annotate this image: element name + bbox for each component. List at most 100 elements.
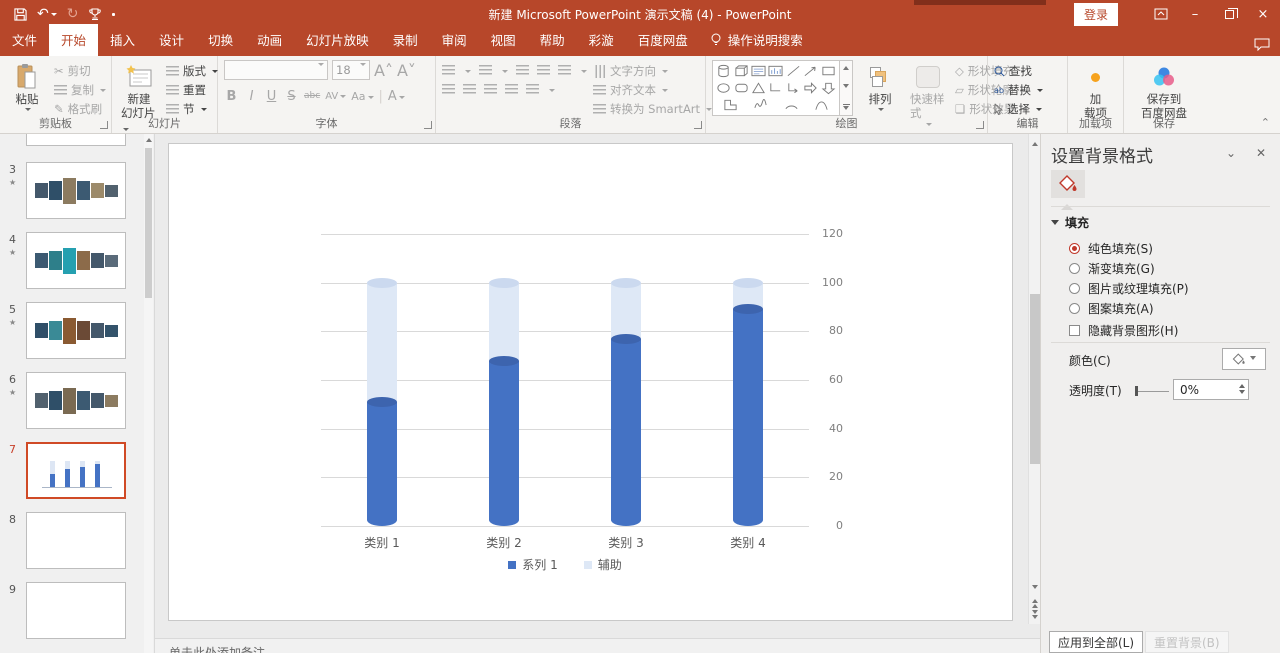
shape-icon[interactable] <box>750 80 767 95</box>
option-hide-background[interactable]: 隐藏背景图形(H) <box>1069 322 1178 339</box>
comment-icon[interactable] <box>1254 38 1270 51</box>
ribbon-display-options-icon[interactable] <box>1144 0 1178 28</box>
close-button[interactable]: × <box>1246 0 1280 28</box>
shape-icon[interactable] <box>820 80 837 95</box>
shape-icon[interactable] <box>802 63 819 78</box>
cylinder-chart[interactable]: 020406080100120 类别 1类别 2类别 3类别 4 系列 1辅助 <box>321 234 809 526</box>
paragraph-dialog-launcher[interactable] <box>694 121 702 129</box>
shape-icon[interactable] <box>750 63 767 78</box>
collapse-ribbon-icon[interactable]: ⌃ <box>1261 116 1270 129</box>
tab-record[interactable]: 录制 <box>381 24 430 56</box>
font-name-combo[interactable] <box>224 60 328 80</box>
align-right-icon[interactable] <box>484 84 497 95</box>
fill-section-header[interactable]: 填充 <box>1051 214 1089 231</box>
font-dialog-launcher[interactable] <box>424 121 432 129</box>
shape-gallery-scroll[interactable] <box>840 60 853 116</box>
slide-thumbnail-3[interactable] <box>26 162 126 219</box>
option-gradient-fill[interactable]: 渐变填充(G) <box>1069 260 1155 277</box>
columns-icon[interactable] <box>526 84 539 95</box>
legend-item[interactable]: 辅助 <box>584 556 622 573</box>
transparency-spinner[interactable]: 0% <box>1173 379 1249 400</box>
tab-insert[interactable]: 插入 <box>98 24 147 56</box>
increase-font-icon[interactable]: A˄ <box>374 61 393 80</box>
bullets-icon[interactable] <box>442 65 455 76</box>
slide-thumbnail-4[interactable] <box>26 232 126 289</box>
tab-caixuan[interactable]: 彩漩 <box>577 24 626 56</box>
clipboard-dialog-launcher[interactable] <box>100 121 108 129</box>
fill-tab[interactable] <box>1051 170 1085 198</box>
increase-indent-icon[interactable] <box>537 65 550 76</box>
transparency-slider[interactable] <box>1135 386 1169 396</box>
cut-button[interactable]: ✂剪切 <box>54 63 106 79</box>
shape-icon[interactable] <box>767 80 784 95</box>
layout-button[interactable]: 版式 <box>166 63 218 79</box>
reset-background-button[interactable]: 重置背景(B) <box>1145 631 1229 653</box>
bold-button[interactable]: B <box>224 89 239 104</box>
shape-icon[interactable] <box>802 80 819 95</box>
tab-review[interactable]: 审阅 <box>430 24 479 56</box>
tab-design[interactable]: 设计 <box>147 24 196 56</box>
slide-thumbnail-5[interactable] <box>26 302 126 359</box>
sign-in-button[interactable]: 登录 <box>1074 3 1118 26</box>
slide-thumbnail-7[interactable] <box>26 442 126 499</box>
font-color-button[interactable]: A <box>388 89 405 104</box>
gallery-more-icon[interactable] <box>843 104 850 113</box>
notes-pane[interactable]: 单击此处添加备注 <box>155 638 1040 653</box>
option-picture-fill[interactable]: 图片或纹理填充(P) <box>1069 280 1189 297</box>
replace-button[interactable]: ab 替换 <box>994 82 1043 98</box>
shape-icon[interactable] <box>715 63 732 78</box>
font-size-combo[interactable]: 18 <box>332 60 370 80</box>
shape-icon[interactable] <box>752 98 769 113</box>
trophy-icon[interactable] <box>88 7 102 21</box>
tab-baidu-netdisk[interactable]: 百度网盘 <box>626 24 700 56</box>
shape-icon[interactable] <box>785 80 802 95</box>
pane-close-icon[interactable]: ✕ <box>1256 146 1266 160</box>
gallery-down-icon[interactable] <box>843 84 849 91</box>
underline-button[interactable]: U <box>264 89 279 104</box>
tab-view[interactable]: 视图 <box>479 24 528 56</box>
tell-me-search[interactable]: 操作说明搜索 <box>700 24 813 56</box>
shape-icon[interactable] <box>783 98 800 113</box>
change-case-button[interactable]: Aa <box>351 90 373 103</box>
scroll-up-icon[interactable] <box>146 135 152 142</box>
apply-to-all-button[interactable]: 应用到全部(L) <box>1049 631 1143 653</box>
align-left-icon[interactable] <box>442 84 455 95</box>
shape-icon[interactable] <box>733 63 750 78</box>
text-direction-button[interactable]: 文字方向 <box>593 63 712 79</box>
shape-icon[interactable] <box>767 63 784 78</box>
slide-thumbnail-9[interactable] <box>26 582 126 639</box>
pane-chevron-icon[interactable]: ⌄ <box>1226 146 1236 160</box>
save-to-baidu-button[interactable]: 保存到 百度网盘 <box>1138 60 1190 123</box>
slide-thumbnail-6[interactable] <box>26 372 126 429</box>
undo-icon[interactable]: ↶ <box>37 7 57 21</box>
italic-button[interactable]: I <box>244 89 259 104</box>
char-spacing-button[interactable]: AV <box>325 91 346 102</box>
spin-up-icon[interactable] <box>1239 381 1245 388</box>
option-pattern-fill[interactable]: 图案填充(A) <box>1069 300 1154 317</box>
scrollbar-thumb[interactable] <box>1030 294 1040 464</box>
shape-icon[interactable] <box>715 80 732 95</box>
tab-transitions[interactable]: 切换 <box>196 24 245 56</box>
tab-help[interactable]: 帮助 <box>528 24 577 56</box>
paste-button[interactable]: 粘贴 <box>6 60 48 114</box>
qat-more-icon[interactable] <box>112 13 115 16</box>
main-scrollbar[interactable] <box>1028 134 1040 624</box>
decrease-indent-icon[interactable] <box>516 65 529 76</box>
slide-7-editor[interactable]: 020406080100120 类别 1类别 2类别 3类别 4 系列 1辅助 <box>168 143 1013 621</box>
line-spacing-icon[interactable] <box>558 65 571 76</box>
slide-thumbnail-2-partial[interactable] <box>26 134 126 146</box>
align-text-button[interactable]: 对齐文本 <box>593 82 712 98</box>
shape-icon[interactable] <box>785 63 802 78</box>
reset-button[interactable]: 重置 <box>166 82 218 98</box>
redo-icon[interactable]: ↻ <box>67 7 79 21</box>
thumbnail-scrollbar[interactable] <box>144 134 153 653</box>
slide-thumbnail-8[interactable] <box>26 512 126 569</box>
spin-down-icon[interactable] <box>1239 390 1245 397</box>
slider-thumb[interactable] <box>1135 386 1138 396</box>
align-center-icon[interactable] <box>463 84 476 95</box>
shape-icon[interactable] <box>733 80 750 95</box>
addins-button[interactable]: 加 载项 <box>1075 60 1117 123</box>
shape-icon[interactable] <box>722 98 739 113</box>
minimize-button[interactable]: – <box>1178 0 1212 28</box>
legend-item[interactable]: 系列 1 <box>508 556 557 573</box>
